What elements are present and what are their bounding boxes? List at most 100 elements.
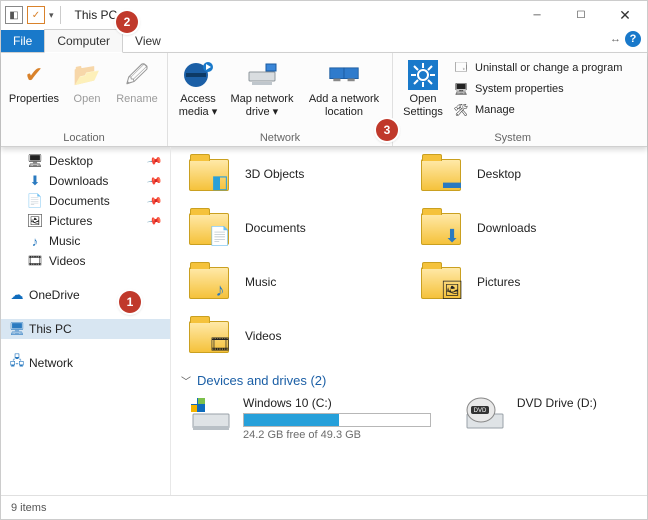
titlebar: ◧ ✓ ▾ This PC ─ ☐ ✕ [1,1,647,29]
ribbon: ✔ Properties 📂 Open 🖉 Rename Location Ac… [1,53,647,147]
pin-icon: 📌 [146,213,163,229]
folders-section: ◧3D Objects 📄Documents ♪Music 🎞Videos ▬D… [177,151,641,367]
maximize-button[interactable]: ☐ [559,1,603,29]
group-location-label: Location [7,132,161,145]
folder-desktop[interactable]: ▬Desktop [409,151,641,205]
group-system-label: System [399,132,626,145]
annotation-marker-1: 1 [119,291,141,313]
manage-icon: 🛠 [453,102,469,118]
folder-downloads[interactable]: ⬇Downloads [409,205,641,259]
devices-header[interactable]: ﹀ Devices and drives (2) [177,371,641,390]
ribbon-tabs: File Computer View ↔ ? [1,29,647,53]
nav-network[interactable]: 🖧Network [1,353,170,373]
quick-access-toolbar: ◧ ✓ ▾ [5,6,54,24]
devices-header-label: Devices and drives (2) [197,373,326,388]
open-icon: 📂 [71,59,103,91]
tab-computer[interactable]: Computer [44,29,123,53]
nav-documents[interactable]: 📄Documents📌 [1,191,170,211]
rename-label: Rename [116,93,158,106]
manage-button[interactable]: 🛠 Manage [449,101,626,119]
downloads-icon: ⬇ [27,173,43,189]
add-network-icon [328,59,360,91]
ribbon-toggle-icon[interactable]: ↔ [610,33,621,45]
access-media-button[interactable]: Access media ▾ [174,57,222,132]
pin-icon: 📌 [146,173,163,189]
status-bar: 9 items [1,495,647,519]
uninstall-icon: 🗔 [453,60,469,76]
folder-pictures[interactable]: 🖼Pictures [409,259,641,313]
status-item-count: 9 items [11,502,46,514]
documents-icon: 📄 [27,193,43,209]
dvd-icon: DVD [463,396,507,436]
uninstall-label: Uninstall or change a program [475,62,622,74]
pictures-icon: 🖼 [27,213,43,229]
system-properties-label: System properties [475,83,564,95]
qat-dropdown-icon[interactable]: ▾ [49,10,54,21]
properties-button[interactable]: ✔ Properties [7,57,61,132]
drive-c-icon [189,396,233,436]
navigation-pane: 🖥Desktop📌 ⬇Downloads📌 📄Documents📌 🖼Pictu… [1,147,171,495]
group-system: Open Settings 🗔 Uninstall or change a pr… [393,53,632,146]
system-properties-icon: 🖥 [453,81,469,97]
drive-c[interactable]: Windows 10 (C:) 24.2 GB free of 49.3 GB [189,396,431,441]
group-network-label: Network [174,132,386,145]
close-button[interactable]: ✕ [603,1,647,29]
folder-documents[interactable]: 📄Documents [177,205,409,259]
videos-icon: 🎞 [27,253,43,269]
folder-music[interactable]: ♪Music [177,259,409,313]
drive-c-label: Windows 10 (C:) [243,396,431,410]
open-button[interactable]: 📂 Open [63,57,111,132]
pin-icon: 📌 [146,153,163,169]
access-media-label: Access media ▾ [174,93,222,118]
this-pc-icon: 🖥 [9,321,25,337]
tab-view[interactable]: View [123,30,173,52]
drive-c-free: 24.2 GB free of 49.3 GB [243,429,431,441]
rename-button[interactable]: 🖉 Rename [113,57,161,132]
map-network-drive-button[interactable]: Map network drive ▾ [224,57,300,132]
annotation-marker-2: 2 [116,11,138,33]
nav-downloads[interactable]: ⬇Downloads📌 [1,171,170,191]
add-network-label: Add a network location [302,93,386,118]
open-settings-label: Open Settings [399,93,447,118]
nav-videos[interactable]: 🎞Videos [1,251,170,271]
drive-d-label: DVD Drive (D:) [517,396,637,410]
nav-desktop[interactable]: 🖥Desktop📌 [1,151,170,171]
nav-pictures[interactable]: 🖼Pictures📌 [1,211,170,231]
main-area: 🖥Desktop📌 ⬇Downloads📌 📄Documents📌 🖼Pictu… [1,147,647,495]
drive-d[interactable]: DVD DVD Drive (D:) [463,396,637,441]
nav-onedrive[interactable]: ☁OneDrive [1,285,170,305]
add-network-location-button[interactable]: Add a network location [302,57,386,132]
manage-label: Manage [475,104,515,116]
minimize-button[interactable]: ─ [515,1,559,29]
media-icon [182,59,214,91]
chevron-down-icon: ﹀ [181,373,191,388]
annotation-marker-3: 3 [376,119,398,141]
desktop-icon: 🖥 [27,153,43,169]
properties-label: Properties [9,93,59,106]
uninstall-program-button[interactable]: 🗔 Uninstall or change a program [449,59,626,77]
open-settings-button[interactable]: Open Settings [399,57,447,132]
network-icon: 🖧 [9,355,25,371]
open-label: Open [74,93,101,106]
system-properties-button[interactable]: 🖥 System properties [449,80,626,98]
drive-c-usage-bar [243,413,431,427]
properties-icon: ✔ [18,59,50,91]
nav-this-pc[interactable]: 🖥This PC [1,319,170,339]
window-title: This PC [75,8,118,22]
help-icon[interactable]: ? [625,31,641,47]
content-pane: ◧3D Objects 📄Documents ♪Music 🎞Videos ▬D… [171,147,647,495]
settings-icon [407,59,439,91]
svg-text:DVD: DVD [474,408,487,414]
folder-videos[interactable]: 🎞Videos [177,313,409,367]
onedrive-icon: ☁ [9,287,25,303]
group-location: ✔ Properties 📂 Open 🖉 Rename Location [1,53,168,146]
tab-file[interactable]: File [1,30,44,52]
folder-3d-objects[interactable]: ◧3D Objects [177,151,409,205]
back-icon[interactable]: ◧ [5,6,23,24]
nav-music[interactable]: ♪Music [1,231,170,251]
music-icon: ♪ [27,233,43,249]
network-drive-icon [246,59,278,91]
properties-qat-icon[interactable]: ✓ [27,6,45,24]
rename-icon: 🖉 [121,59,153,91]
pin-icon: 📌 [146,193,163,209]
